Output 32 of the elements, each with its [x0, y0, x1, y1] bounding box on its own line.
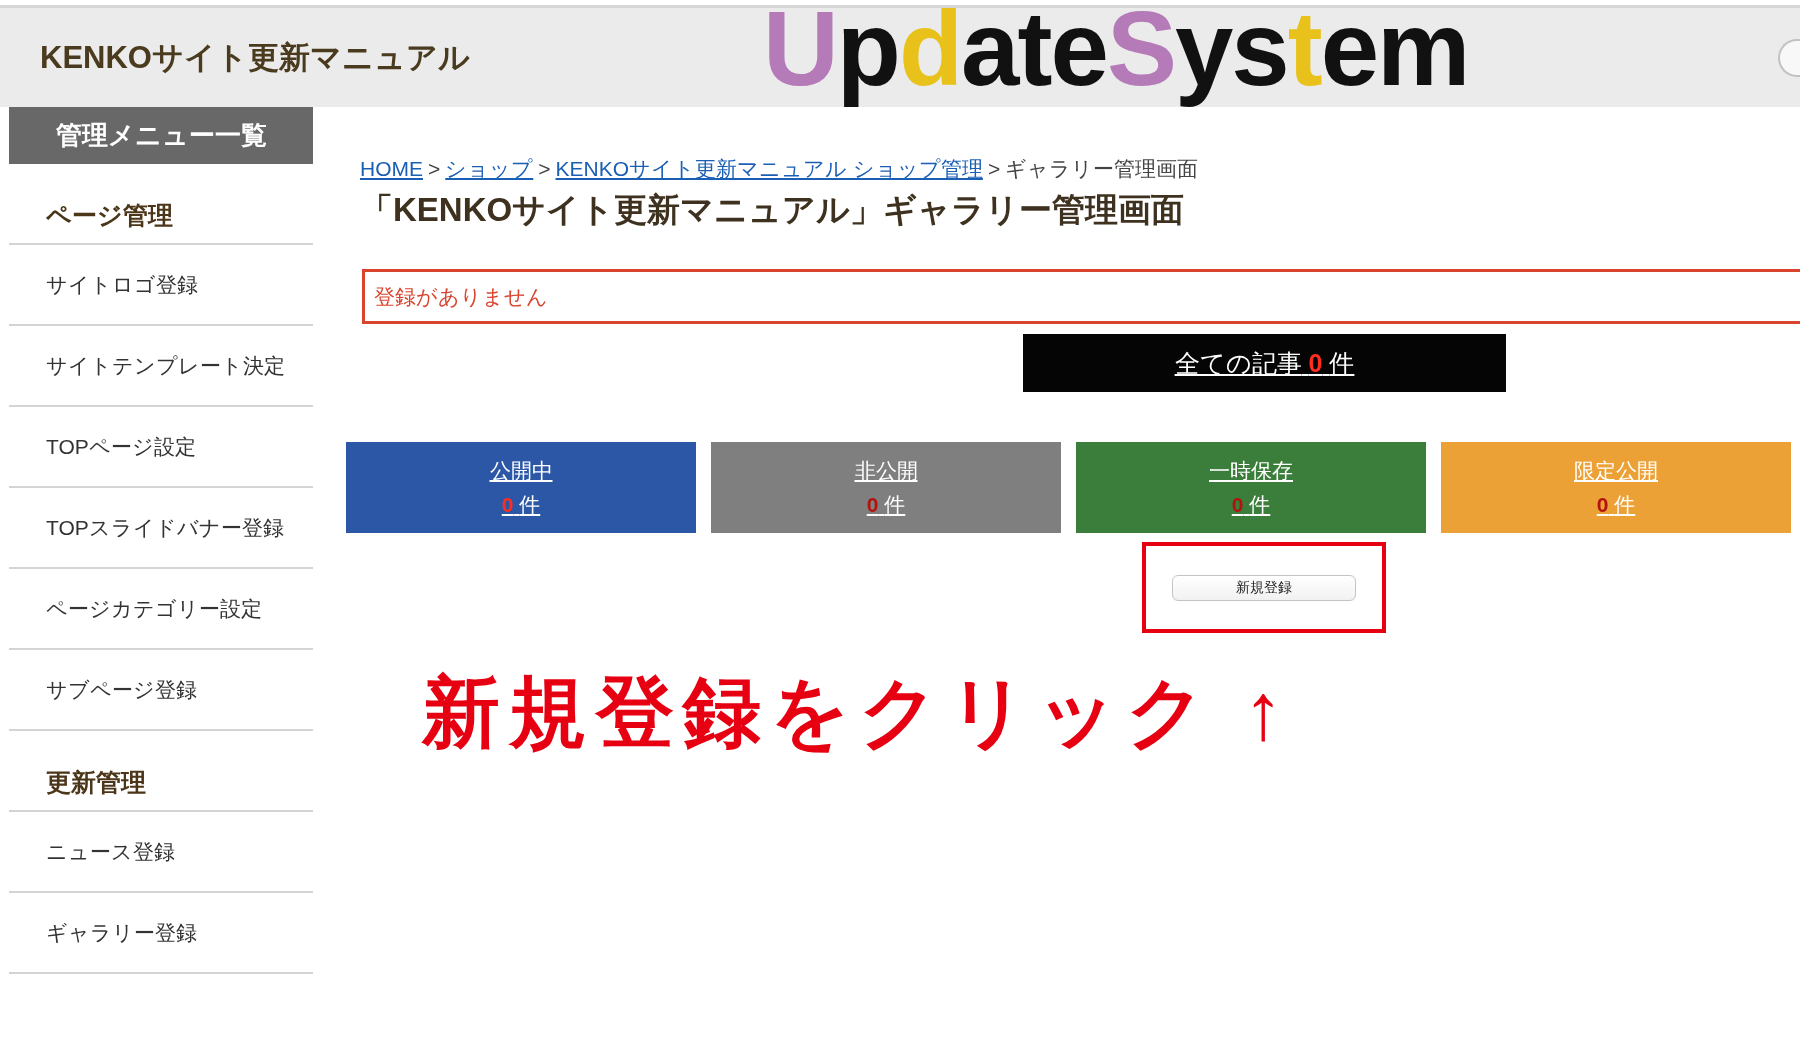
page-title: 「KENKOサイト更新マニュアル」ギャラリー管理画面 — [360, 190, 1185, 230]
count-link[interactable]: 0 件 — [866, 487, 906, 522]
menu-item[interactable]: TOPページ設定 — [46, 432, 196, 461]
breadcrumb-separator: > — [987, 156, 1001, 182]
new-entry-button[interactable]: 新規登録 — [1172, 574, 1356, 601]
annotation-text: 新規登録をクリック — [422, 667, 1215, 757]
menu-item[interactable]: サイトテンプレート決定 — [46, 351, 285, 380]
annotation-arrow: ↑ — [1243, 667, 1283, 757]
status-link[interactable]: 公開中 — [489, 453, 553, 488]
breadcrumb-link[interactable]: KENKOサイト更新マニュアル ショップ管理 — [555, 155, 983, 183]
menu-item[interactable]: ページカテゴリー設定 — [46, 594, 262, 623]
count-link[interactable]: 0 件 — [1231, 487, 1271, 522]
menu-item[interactable]: TOPスライドバナー登録 — [46, 513, 284, 542]
count-link[interactable]: 0 件 — [501, 487, 541, 522]
breadcrumb-link[interactable]: ショップ — [445, 155, 534, 183]
breadcrumb-separator: > — [538, 156, 551, 182]
logo: UpdateSystem — [763, 8, 1469, 107]
breadcrumb-link[interactable]: HOME — [360, 155, 423, 183]
breadcrumb-separator: > — [428, 156, 441, 182]
breadcrumb-current: ギャラリー管理画面 — [1005, 156, 1199, 182]
menu-section-heading: ページ管理 — [46, 201, 173, 229]
search-field[interactable] — [1778, 38, 1800, 77]
menu-item[interactable]: ニュース登録 — [46, 837, 175, 866]
menu-title: 管理メニュー一覧 — [9, 107, 313, 164]
status-link[interactable]: 非公開 — [854, 453, 918, 488]
alert-message: 登録がありません — [362, 269, 1800, 324]
status-link[interactable]: 一時保存 — [1209, 453, 1293, 488]
menu-item[interactable]: ギャラリー登録 — [46, 918, 197, 947]
menu-item[interactable]: サブページ登録 — [46, 675, 197, 704]
menu-item[interactable]: サイトロゴ登録 — [46, 270, 198, 299]
site-title: KENKOサイト更新マニュアル — [40, 38, 470, 77]
menu-section-heading: 更新管理 — [46, 768, 146, 796]
